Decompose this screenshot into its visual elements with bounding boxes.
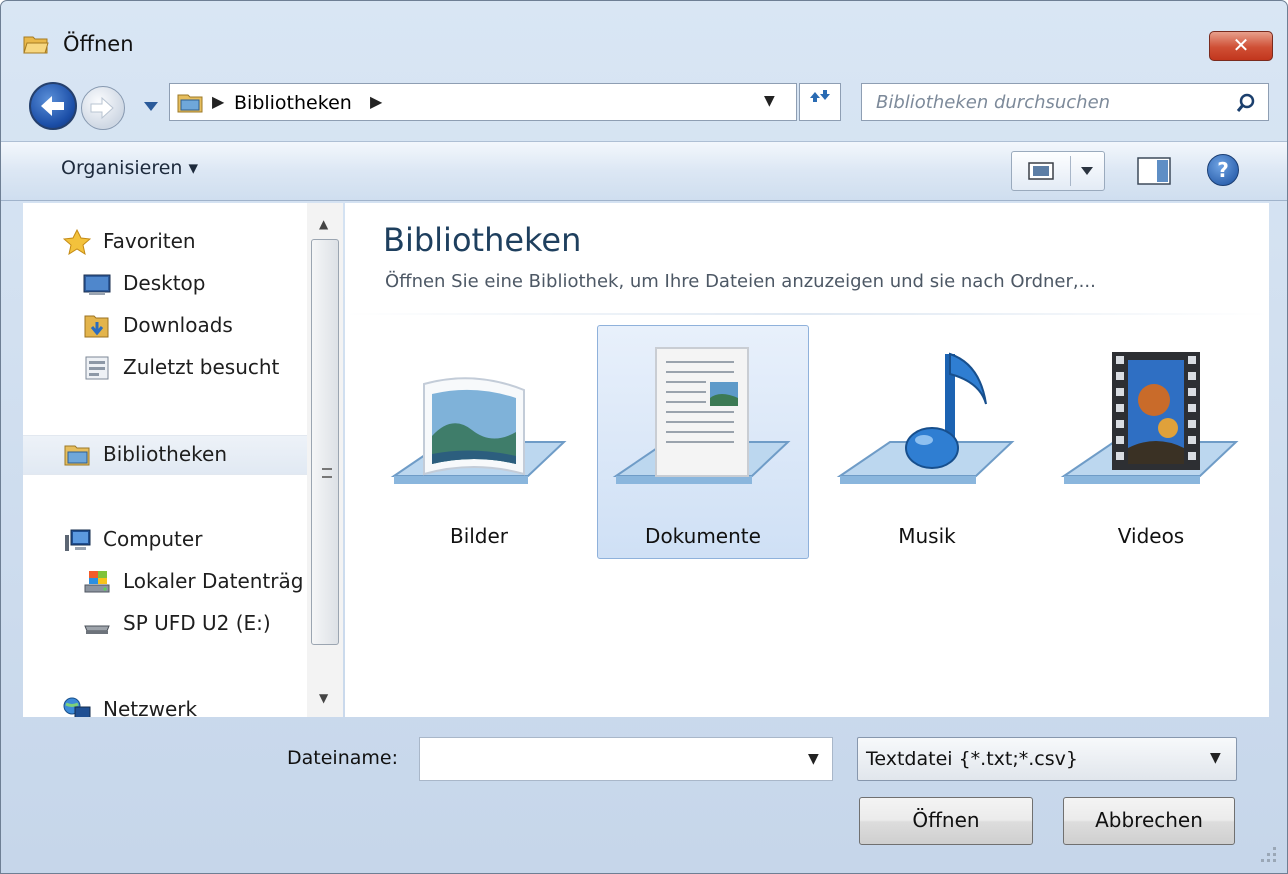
refresh-button[interactable] [799, 83, 841, 121]
libraries-icon [64, 445, 90, 466]
library-item-music[interactable]: Musik [821, 325, 1033, 559]
computer-icon [65, 529, 91, 551]
chevron-right-icon[interactable]: ▶ [370, 92, 382, 111]
sidebar-item-label: Netzwerk [103, 697, 198, 717]
filename-input[interactable] [428, 746, 788, 772]
help-button[interactable]: ? [1207, 154, 1239, 186]
star-icon [63, 229, 91, 255]
resize-grip-icon[interactable] [1251, 837, 1281, 867]
page-title: Bibliotheken [383, 221, 582, 259]
removable-drive-icon [84, 625, 110, 634]
change-view-button[interactable] [1011, 151, 1105, 191]
sidebar-item-label: Desktop [123, 271, 206, 295]
scrollbar-thumb[interactable] [311, 239, 339, 645]
sidebar-item-label: SP UFD U2 (E:) [123, 611, 271, 635]
navigation-scrollbar[interactable]: ▲ ▼ [307, 203, 343, 717]
chevron-down-icon[interactable] [1080, 166, 1094, 176]
downloads-folder-icon [84, 315, 109, 338]
search-icon[interactable] [1234, 91, 1258, 115]
library-label: Dokumente [645, 524, 761, 548]
library-label: Videos [1117, 524, 1185, 548]
chevron-down-icon[interactable]: ▼ [808, 751, 819, 767]
music-library-icon [836, 352, 1015, 484]
videos-library-icon [1060, 352, 1239, 484]
divider [1070, 156, 1071, 186]
library-item-videos[interactable]: Videos [1045, 325, 1257, 559]
libraries-icon [177, 94, 203, 113]
content-pane: Bibliotheken Öffnen Sie eine Bibliothek,… [345, 203, 1269, 717]
preview-pane-icon[interactable] [1137, 157, 1171, 185]
divider [345, 313, 1269, 315]
sidebar-item-label: Favoriten [103, 229, 196, 253]
library-label: Bilder [449, 524, 509, 548]
navigation-pane: Favoriten Desktop Downloads Zuletzt besu… [23, 203, 343, 717]
file-type-value: Textdatei {*.txt;*.csv} [866, 748, 1078, 770]
arrow-right-icon [90, 96, 114, 120]
library-label: Musik [898, 524, 956, 548]
search-input[interactable] [876, 90, 1226, 114]
breadcrumb-item[interactable]: Bibliotheken [234, 92, 352, 114]
refresh-icon [810, 90, 830, 102]
file-type-filter-select[interactable]: Textdatei {*.txt;*.csv} ▼ [857, 737, 1237, 781]
scroll-down-arrow-icon[interactable]: ▼ [319, 691, 328, 705]
folder-open-icon [23, 36, 49, 54]
view-icon [1028, 162, 1054, 180]
arrow-left-icon [41, 96, 64, 116]
recent-pages-dropdown-icon[interactable] [141, 96, 161, 116]
back-button[interactable] [29, 82, 77, 130]
library-item-pictures[interactable]: Bilder [373, 325, 585, 559]
title-bar [1, 1, 1287, 73]
sidebar-item-label: Lokaler Datenträg [123, 569, 304, 593]
sidebar-item-label: Zuletzt besucht [123, 355, 280, 379]
network-icon [63, 697, 91, 717]
page-description: Öffnen Sie eine Bibliothek, um Ihre Date… [385, 271, 1096, 292]
organize-menu-button[interactable]: Organisieren ▾ [61, 157, 198, 179]
close-button[interactable]: ✕ [1209, 31, 1273, 61]
grip-icon [322, 468, 332, 478]
chevron-down-icon[interactable]: ▼ [764, 93, 775, 109]
desktop-icon [83, 274, 111, 295]
filename-combobox[interactable]: ▼ [419, 737, 833, 781]
sidebar-item-label: Downloads [123, 313, 233, 337]
scroll-up-arrow-icon[interactable]: ▲ [319, 217, 328, 231]
open-dialog: Öffnen ✕ ▶ Bibliotheken ▶ ▼ Bibliotheken… [0, 0, 1288, 874]
window-title: Öffnen [63, 32, 134, 56]
local-disk-icon [84, 571, 110, 593]
chevron-right-icon[interactable]: ▶ [212, 92, 224, 111]
library-item-documents[interactable]: Dokumente [597, 325, 809, 559]
documents-library-icon [612, 347, 791, 484]
chevron-down-icon[interactable]: ▼ [1210, 750, 1221, 766]
recent-places-icon [85, 356, 109, 380]
sidebar-item-label: Computer [103, 527, 203, 551]
filename-label: Dateiname: [287, 747, 398, 769]
search-box[interactable] [861, 83, 1269, 121]
sidebar-item-label: Bibliotheken [103, 442, 227, 466]
cancel-button[interactable]: Abbrechen [1063, 797, 1235, 845]
forward-button[interactable] [81, 86, 125, 130]
address-bar[interactable]: ▶ Bibliotheken ▶ ▼ [169, 83, 797, 121]
open-button[interactable]: Öffnen [859, 797, 1033, 845]
pictures-library-icon [390, 377, 567, 484]
